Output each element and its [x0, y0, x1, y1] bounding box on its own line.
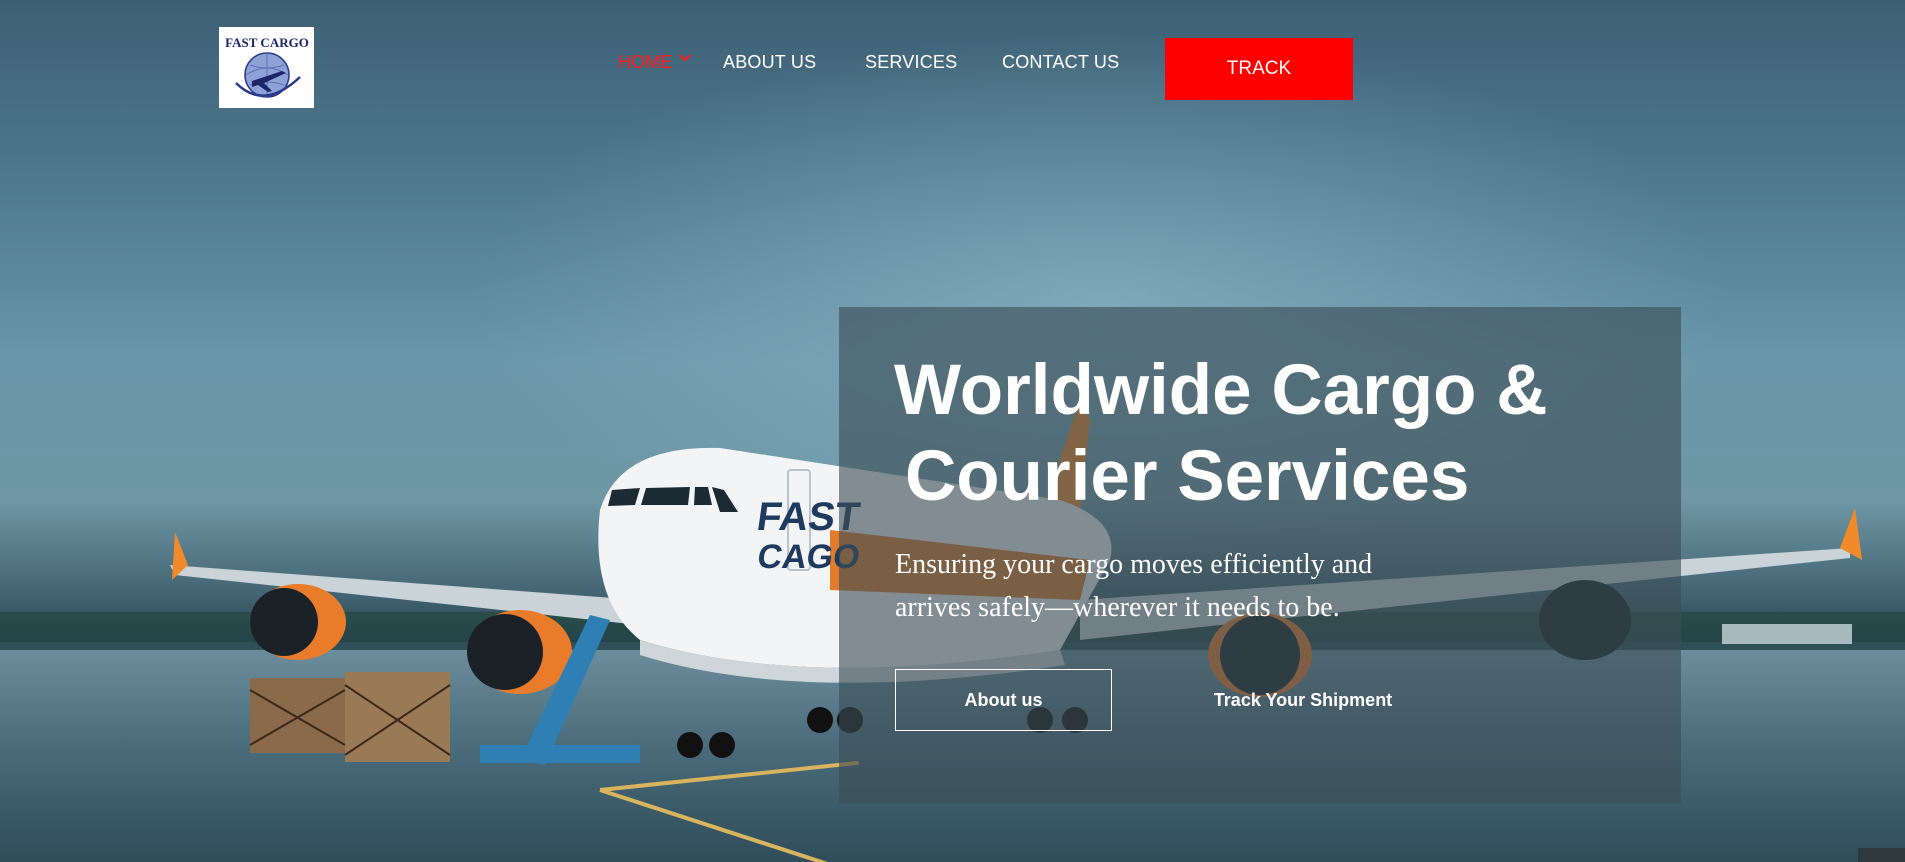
cargo-crate: [345, 672, 450, 762]
hero-title: Worldwide Cargo & Courier Services: [894, 348, 1548, 520]
cockpit-window: [608, 488, 640, 506]
svg-text:FAST CARGO: FAST CARGO: [225, 35, 309, 50]
hero-title-line2: Courier Services: [905, 437, 1470, 516]
globe-plane-logo-icon: FAST CARGO: [225, 35, 309, 98]
cargo-crate: [250, 678, 345, 753]
stair-base: [480, 745, 640, 763]
engine-intake: [250, 588, 318, 656]
engine-intake: [467, 614, 543, 690]
track-shipment-button[interactable]: Track Your Shipment: [1188, 669, 1418, 731]
wheel: [807, 707, 833, 733]
left-wing: [170, 565, 640, 625]
nav-home[interactable]: HOME: [618, 52, 673, 73]
hero-subtitle: Ensuring your cargo moves efficiently an…: [895, 549, 1373, 623]
hero-title-line1: Worldwide Cargo &: [894, 351, 1548, 430]
wheel: [677, 732, 703, 758]
about-us-button[interactable]: About us: [895, 669, 1112, 731]
nav-contact-us[interactable]: CONTACT US: [1002, 52, 1119, 73]
cockpit-window: [641, 487, 690, 505]
track-button[interactable]: TRACK: [1165, 38, 1353, 100]
nav-services[interactable]: SERVICES: [865, 52, 957, 73]
scroll-to-top-widget[interactable]: [1858, 848, 1905, 862]
chevron-down-icon[interactable]: [679, 53, 691, 63]
wheel: [709, 732, 735, 758]
logo[interactable]: FAST CARGO: [219, 27, 314, 108]
nav-about-us[interactable]: ABOUT US: [723, 52, 816, 73]
